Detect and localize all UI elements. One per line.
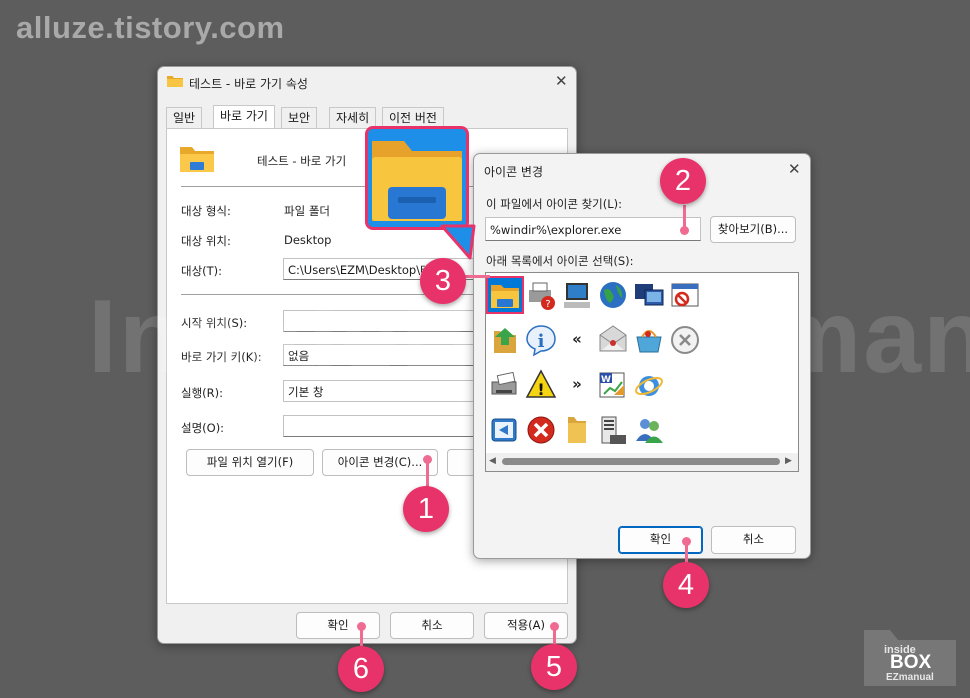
scroll-left-arrow-icon[interactable]: ◀ [489,456,496,466]
icon-path-input[interactable]: %windir%\explorer.exe [485,217,701,241]
step-marker-4: 4 [663,562,709,608]
icon-list: ? i «! » W ◀ ▶ [485,272,799,472]
shortcut-name: 테스트 - 바로 가기 [257,154,347,168]
server-list-icon[interactable] [596,413,630,447]
folder-arrow-icon[interactable] [488,323,522,357]
insidebox-logo: inside BOX EZmanual [860,626,960,690]
marker-5-stem [553,627,556,645]
printer-icon[interactable] [488,368,522,402]
site-watermark: alluze.tistory.com [16,10,285,45]
folder-icon[interactable] [486,276,524,314]
users-icon[interactable] [632,413,666,447]
tab-bar: 일반 바로 가기 보안 자세히 이전 버전 [166,105,570,129]
double-chevron-right-icon[interactable]: » [560,368,594,402]
browse-button[interactable]: 찾아보기(B)... [710,216,796,243]
red-x-icon[interactable] [524,413,558,447]
shopping-basket-icon[interactable] [632,323,666,357]
search-label: 이 파일에서 아이콘 찾기(L): [486,197,623,211]
ie-globe-icon[interactable] [632,368,666,402]
svg-text:W: W [601,375,611,385]
svg-text:?: ? [545,299,550,310]
icon-grid: ? i «! » W [486,273,798,453]
icon-cancel-button[interactable]: 취소 [711,526,796,554]
target-label: 대상(T): [181,264,223,278]
svg-text:!: ! [537,380,544,399]
change-icon-button[interactable]: 아이콘 변경(C)... [322,449,438,476]
change-icon-titlebar: 아이콘 변경 ✕ [474,154,810,184]
zoom-callout [365,126,469,230]
tab-security[interactable]: 보안 [281,107,318,129]
marker-2-stem [683,205,686,229]
target-type-label: 대상 형식: [181,204,231,218]
list-label: 아래 목록에서 아이콘 선택(S): [486,254,634,268]
step-marker-3: 3 [420,258,466,304]
close-icon[interactable]: ✕ [555,74,568,89]
monitors-icon[interactable] [632,278,666,312]
tab-shortcut[interactable]: 바로 가기 [213,105,275,129]
callout-pointer [440,224,476,260]
step-marker-6: 6 [338,646,384,692]
globe-icon[interactable] [596,278,630,312]
marker-6-stem [360,627,363,646]
marker-1-stem [426,460,429,488]
step-marker-5: 5 [531,644,577,690]
cancel-circle-icon[interactable] [668,323,702,357]
shortcut-folder-icon [180,147,214,172]
document-chart-icon[interactable]: W [596,368,630,402]
mail-icon[interactable] [596,323,630,357]
folder-title-icon [167,76,183,87]
scroll-right-arrow-icon[interactable]: ▶ [785,456,792,466]
tab-general[interactable]: 일반 [166,107,203,129]
step-marker-2: 2 [660,158,706,204]
logo-line2: BOX [890,652,932,673]
printer-help-icon[interactable]: ? [524,278,558,312]
target-location-value: Desktop [284,233,332,247]
folder-zoom-icon [368,129,466,227]
blue-arrow-icon[interactable] [488,413,522,447]
change-icon-dialog: 아이콘 변경 ✕ 이 파일에서 아이콘 찾기(L): %windir%\expl… [473,153,811,559]
cancel-button[interactable]: 취소 [390,612,474,639]
ok-button[interactable]: 확인 [296,612,380,639]
no-entry-window-icon[interactable] [668,278,702,312]
svg-text:i: i [538,331,545,352]
properties-title: 테스트 - 바로 가기 속성 [189,77,308,91]
scroll-thumb[interactable] [502,458,780,465]
step-marker-1: 1 [403,486,449,532]
svg-text:»: » [572,375,582,393]
open-file-location-button[interactable]: 파일 위치 열기(F) [186,449,314,476]
properties-titlebar: 테스트 - 바로 가기 속성 ✕ [158,67,576,97]
double-chevron-left-icon[interactable]: « [560,323,594,357]
svg-text:«: « [572,330,582,348]
info-icon[interactable]: i [524,323,558,357]
logo-line3: EZmanual [886,672,934,683]
comment-label: 설명(O): [181,421,225,435]
change-icon-title: 아이콘 변경 [484,165,544,179]
horizontal-scrollbar[interactable]: ◀ ▶ [486,453,798,471]
computer-icon[interactable] [560,278,594,312]
target-location-label: 대상 위치: [181,234,231,248]
marker-3-stem [464,275,490,278]
warning-icon[interactable]: ! [524,368,558,402]
close-icon[interactable]: ✕ [788,162,801,177]
target-type-value: 파일 폴더 [284,204,330,218]
yellow-folder-icon[interactable] [560,413,594,447]
